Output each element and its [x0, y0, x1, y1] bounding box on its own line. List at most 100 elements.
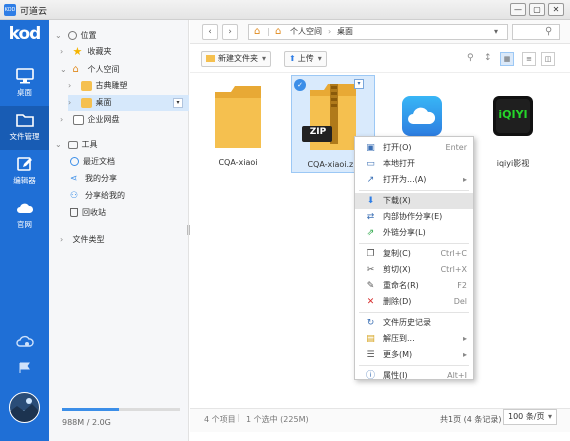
folder-icon	[15, 114, 34, 127]
back-button[interactable]: ‹	[202, 24, 218, 40]
maximize-button[interactable]: ▢	[529, 3, 545, 16]
folder-icon	[80, 97, 92, 108]
page-info: 共1页 (4 条记录)	[440, 415, 502, 424]
nav-item-file-manager[interactable]: 文件管理	[0, 106, 49, 150]
chevron-down-icon[interactable]: ▾	[354, 79, 364, 89]
menu-item-label: 打开为...(A)	[383, 175, 427, 184]
close-button[interactable]: ✕	[548, 3, 564, 16]
briefcase-icon	[67, 140, 78, 149]
breadcrumb-personal-space[interactable]: 个人空间	[290, 25, 322, 39]
view-list-button[interactable]: ≡	[522, 52, 536, 66]
share-icon: ⋖	[70, 173, 78, 184]
tree-label: 分享给我的	[85, 191, 125, 200]
menu-item[interactable]: ↻ 文件历史记录	[355, 315, 473, 331]
menu-item[interactable]: ⓘ 属性(I) Alt+I	[355, 368, 473, 384]
chevron-right-icon: ›	[68, 98, 72, 107]
tree-item-classic-music[interactable]: › 古典雕塑	[68, 78, 189, 94]
menu-item[interactable]: ✕ 删除(D) Del	[355, 294, 473, 310]
menu-item[interactable]: ✎ 重命名(R) F2	[355, 278, 473, 294]
view-icon-button[interactable]: ▦	[500, 52, 514, 66]
nav-item-editor[interactable]: 编辑器	[0, 150, 49, 194]
path-bar[interactable]: ⌂ | ⌂ 个人空间 › 桌面 ▾	[248, 24, 508, 40]
chevron-down-icon: ⌄	[60, 65, 67, 74]
tree-item-recycle-bin[interactable]: 回收站	[70, 205, 189, 221]
menu-item-icon: ✎	[366, 281, 375, 291]
window-title: 可道云	[20, 7, 48, 17]
sidebar-resize-handle[interactable]	[187, 225, 190, 235]
menu-separator	[359, 365, 469, 366]
checkmark-icon[interactable]: ✓	[294, 79, 306, 91]
upload-button[interactable]: ⬆ 上传 ▾	[284, 51, 327, 67]
section-tools[interactable]: ⌄ 工具	[55, 137, 189, 153]
nav-item-official-site[interactable]: 官网	[0, 194, 49, 238]
file-item-iqiyi[interactable]: iQIYI iqiyi影视	[471, 74, 555, 172]
file-name: CQA-xiaoi	[218, 158, 258, 167]
chevron-down-icon[interactable]: ▾	[494, 25, 498, 39]
forward-button[interactable]: ›	[222, 24, 238, 40]
sort-icon[interactable]: ↕	[484, 53, 492, 63]
avatar[interactable]	[9, 392, 40, 423]
chevron-down-icon: ▾	[317, 54, 322, 63]
tree-label: 收藏夹	[87, 47, 112, 56]
menu-item[interactable]: ⇗ 外链分享(L)	[355, 225, 473, 241]
tree-label: 桌面	[95, 98, 112, 107]
menu-item-icon: ✂	[366, 265, 375, 275]
file-item-folder[interactable]: CQA-xiaoi	[196, 74, 280, 172]
iqiyi-logo: iQIYI	[498, 108, 528, 121]
menu-item-shortcut: Del	[453, 297, 467, 306]
menu-separator	[359, 312, 469, 313]
menu-item-icon: ↗	[366, 175, 375, 185]
tree-label: 我的分享	[85, 174, 117, 183]
folder-icon	[215, 86, 261, 148]
star-icon: ★	[72, 44, 83, 58]
menu-item[interactable]: ⇄ 内部协作分享(E)	[355, 209, 473, 225]
cloud-settings-icon[interactable]	[15, 333, 35, 349]
chevron-right-icon: ›	[60, 47, 64, 56]
tree-item-desktop[interactable]: › 桌面 ▾	[68, 95, 189, 111]
tree-item-my-shares[interactable]: ⋖ 我的分享	[70, 171, 189, 187]
chevron-down-icon[interactable]: ▾	[173, 98, 183, 108]
section-label: 工具	[81, 140, 98, 149]
nav-label: 文件管理	[9, 132, 40, 141]
menu-item[interactable]: ▭ 本地打开	[355, 156, 473, 172]
trash-icon	[70, 208, 78, 217]
menu-item-icon: ↻	[366, 318, 375, 328]
menu-item[interactable]: ▣ 打开(O) Enter	[355, 140, 473, 156]
tree-item-favorites[interactable]: › ★ 收藏夹	[60, 44, 189, 60]
menu-item[interactable]: ▤ 解压到... ▸	[355, 331, 473, 347]
menu-item[interactable]: ↗ 打开为...(A) ▸	[355, 172, 473, 188]
flag-icon[interactable]	[18, 362, 32, 374]
menu-item-shortcut: ▸	[462, 350, 467, 359]
tree-item-enterprise-disk[interactable]: › 企业网盘	[60, 112, 189, 128]
tree-item-shared-to-me[interactable]: ⚇ 分享给我的	[70, 188, 189, 204]
breadcrumb-desktop[interactable]: 桌面	[337, 25, 353, 39]
menu-item[interactable]: ✂ 剪切(X) Ctrl+X	[355, 262, 473, 278]
menu-item[interactable]: ☰ 更多(M) ▸	[355, 347, 473, 363]
menu-item-label: 本地打开	[383, 159, 415, 168]
storage-usage-bar	[62, 408, 180, 411]
nav-label: 桌面	[17, 88, 32, 97]
menu-item[interactable]: ⬇ 下载(X)	[355, 193, 473, 209]
tree-item-file-types[interactable]: › 文件类型	[60, 232, 189, 248]
menu-item-icon: ✕	[366, 297, 375, 307]
menu-item[interactable]: ❐ 复制(C) Ctrl+C	[355, 246, 473, 262]
home-icon: ⌂	[72, 63, 79, 75]
new-folder-button[interactable]: 新建文件夹 ▾	[201, 51, 272, 67]
section-locations[interactable]: ⌄ 位置	[55, 28, 189, 44]
menu-item-icon: ⓘ	[365, 371, 375, 381]
search-icon[interactable]: ⚲	[545, 25, 552, 39]
tree-item-recent-docs[interactable]: 最近文档	[70, 154, 189, 170]
nav-item-desktop[interactable]: 桌面	[0, 62, 49, 106]
menu-item-label: 删除(D)	[383, 297, 412, 306]
per-page-select[interactable]: 100 条/页 ▾	[503, 409, 557, 425]
upload-icon: ⬆	[289, 54, 296, 63]
view-split-button[interactable]: ◫	[541, 52, 555, 66]
chevron-right-icon: ›	[68, 81, 72, 90]
nav-label: 官网	[17, 220, 32, 229]
button-label: 上传	[297, 54, 314, 63]
minimize-button[interactable]: —	[510, 3, 526, 16]
zoom-icon[interactable]: ⚲	[467, 53, 474, 63]
search-input[interactable]: ⚲	[512, 24, 560, 40]
per-page-value: 100 条/页	[508, 412, 545, 421]
tree-item-personal-space[interactable]: ⌄ ⌂ 个人空间	[60, 62, 189, 78]
